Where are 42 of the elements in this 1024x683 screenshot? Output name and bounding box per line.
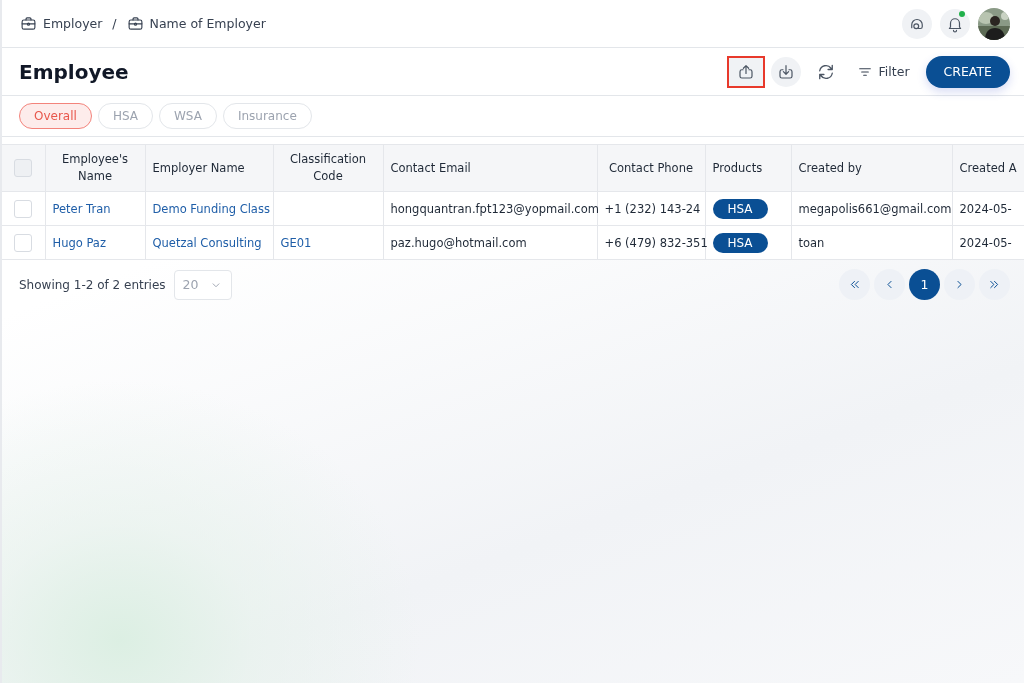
column-header: Created by [798, 160, 862, 175]
table-cell: 2024-05- [959, 201, 1012, 216]
upload-button[interactable] [726, 55, 765, 88]
page-title: Employee [19, 59, 130, 84]
download-button[interactable] [770, 56, 801, 87]
download-icon [776, 62, 795, 81]
column-header: Products [712, 160, 763, 175]
entries-summary: Showing 1-2 of 2 entries [19, 277, 166, 292]
row-checkbox[interactable] [14, 199, 33, 218]
create-button[interactable]: CREATE [925, 55, 1010, 88]
column-header: Employer Name [152, 160, 245, 175]
previous-page-button[interactable] [874, 269, 905, 300]
filter-button[interactable]: Filter [850, 59, 916, 84]
table-cell: +6 (479) 832-351 [604, 235, 708, 250]
briefcase-icon [126, 15, 144, 32]
table-cell: +1 (232) 143-24 [604, 201, 701, 216]
breadcrumb-link[interactable]: Name of Employer [149, 16, 266, 31]
briefcase-icon [20, 15, 37, 32]
breadcrumb-separator: / [112, 16, 117, 31]
last-page-button[interactable] [979, 269, 1010, 300]
page-button[interactable]: 1 [909, 269, 940, 300]
select-all-checkbox[interactable] [14, 159, 33, 177]
support-button[interactable] [902, 8, 932, 39]
table-link[interactable]: GE01 [280, 235, 312, 250]
table-cell: hongquantran.fpt123@yopmail.com [390, 201, 599, 216]
row-checkbox[interactable] [14, 233, 33, 252]
next-page-button[interactable] [944, 269, 975, 300]
column-header: Employee's Name [61, 152, 129, 183]
product-tag: HSA [712, 232, 768, 253]
breadcrumb-link[interactable]: Employer [43, 16, 103, 31]
table-cell: 2024-05- [959, 235, 1012, 250]
first-page-button[interactable] [839, 269, 870, 300]
column-header: Contact Email [390, 160, 471, 175]
table-cell: megapolis661@gmail.com [798, 201, 952, 216]
column-header: Contact Phone [609, 160, 693, 175]
product-tag: HSA [712, 198, 768, 219]
column-header: Created A [959, 160, 1017, 175]
table-cell: toan [798, 235, 825, 250]
notifications-button[interactable] [940, 8, 970, 39]
column-header: Classification Code [289, 152, 367, 183]
table-cell: paz.hugo@hotmail.com [390, 235, 527, 250]
upload-icon [736, 62, 755, 81]
